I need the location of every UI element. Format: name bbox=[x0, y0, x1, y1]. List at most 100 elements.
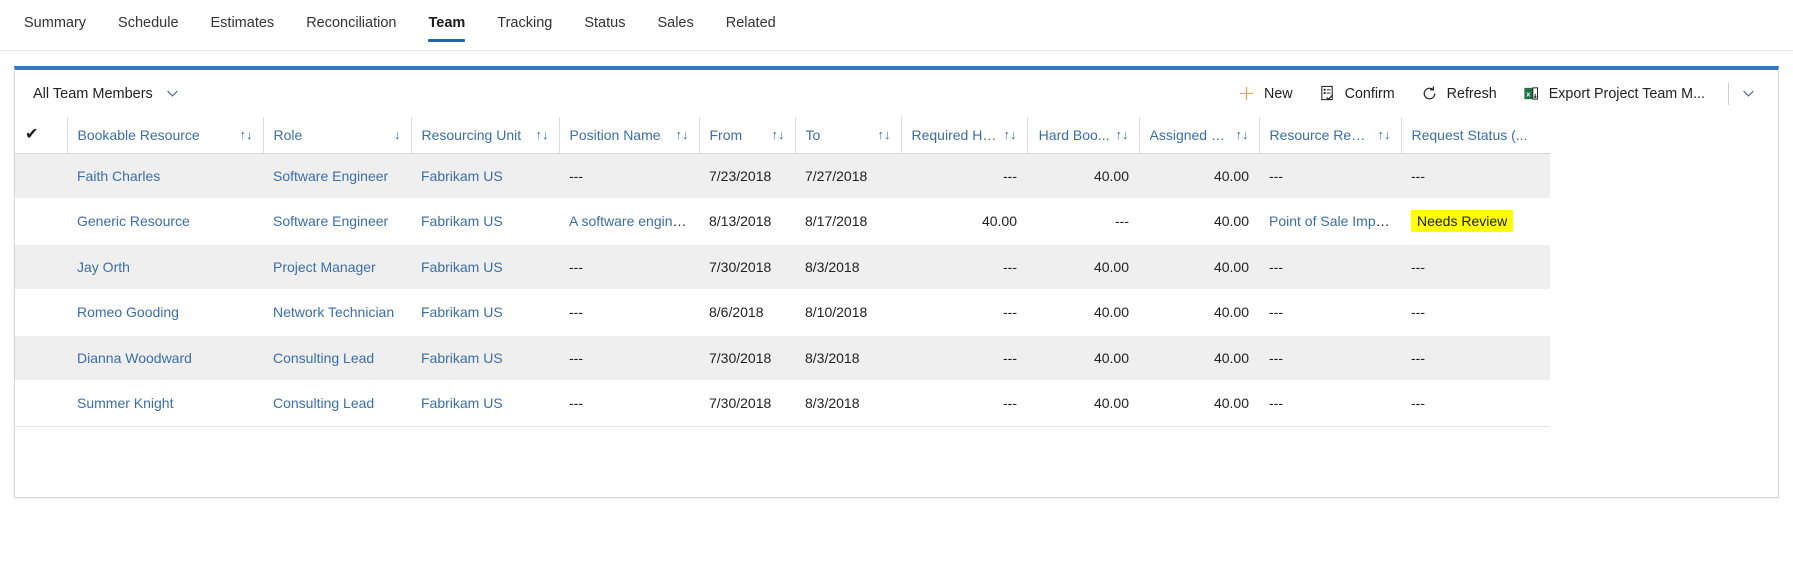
cell-link[interactable]: Fabrikam US bbox=[421, 259, 503, 275]
sort-unsorted-icon[interactable]: ↑↓ bbox=[536, 128, 549, 141]
row-select-checkbox[interactable] bbox=[15, 244, 67, 290]
cell-resourcing-unit[interactable]: Fabrikam US bbox=[411, 289, 559, 335]
row-select-checkbox[interactable] bbox=[15, 335, 67, 381]
sort-unsorted-icon[interactable]: ↑↓ bbox=[1378, 128, 1391, 141]
cell-resource-requirement: --- bbox=[1259, 380, 1401, 427]
cell-link[interactable]: Faith Charles bbox=[77, 168, 160, 184]
table-row[interactable]: Summer Knight Consulting Lead Fabrikam US -… bbox=[15, 380, 1550, 427]
column-header-from[interactable]: From ↑↓ bbox=[698, 117, 795, 154]
column-header-required-hours[interactable]: Required Hours ↑↓ bbox=[900, 117, 1027, 154]
table-row[interactable]: Romeo Gooding Network Technician Fabrikam … bbox=[15, 289, 1550, 335]
cell-resourcing-unit[interactable]: Fabrikam US bbox=[411, 198, 559, 244]
tab-schedule[interactable]: Schedule bbox=[102, 0, 194, 50]
tab-tracking[interactable]: Tracking bbox=[481, 0, 568, 50]
column-header-request-status[interactable]: Request Status (... bbox=[1400, 117, 1550, 154]
row-select-checkbox[interactable] bbox=[15, 198, 67, 244]
cell-position-name[interactable]: A software engineer bbox=[559, 198, 699, 244]
cell-link[interactable]: Jay Orth bbox=[77, 259, 130, 275]
tab-estimates[interactable]: Estimates bbox=[195, 0, 291, 50]
cell-resourcing-unit[interactable]: Fabrikam US bbox=[411, 244, 559, 290]
cell-link[interactable]: Fabrikam US bbox=[421, 350, 503, 366]
column-header-hard-boo[interactable]: Hard Boo... ↑↓ bbox=[1026, 117, 1139, 154]
cell-link[interactable]: Romeo Gooding bbox=[77, 304, 179, 320]
sort-unsorted-icon[interactable]: ↑↓ bbox=[878, 128, 891, 141]
cell-resourcing-unit[interactable]: Fabrikam US bbox=[411, 335, 559, 381]
export-project-team-button[interactable]: x Export Project Team M... bbox=[1510, 79, 1718, 108]
cell-bookable-resource[interactable]: Generic Resource bbox=[67, 198, 263, 244]
cell-position-name: --- bbox=[559, 380, 699, 427]
cell-link[interactable]: Dianna Woodward bbox=[77, 350, 192, 366]
cell-resourcing-unit[interactable]: Fabrikam US bbox=[411, 380, 559, 427]
cell-from: 8/13/2018 bbox=[699, 198, 795, 244]
cell-link[interactable]: Fabrikam US bbox=[421, 168, 503, 184]
cell-request-status: --- bbox=[1401, 244, 1550, 290]
cell-link[interactable]: Fabrikam US bbox=[421, 395, 503, 411]
column-header-position-name[interactable]: Position Name ↑↓ bbox=[558, 117, 699, 154]
column-header-assigned-hours[interactable]: Assigned Hours ↑↓ bbox=[1138, 117, 1259, 154]
cell-role[interactable]: Software Engineer bbox=[263, 198, 411, 244]
row-select-checkbox[interactable] bbox=[15, 153, 67, 199]
cell-link[interactable]: Project Manager bbox=[273, 259, 376, 275]
cell-link[interactable]: Consulting Lead bbox=[273, 395, 374, 411]
table-row[interactable]: Generic Resource Software Engineer Fabrika… bbox=[15, 198, 1550, 244]
cell-role[interactable]: Network Technician bbox=[263, 289, 411, 335]
sort-unsorted-icon[interactable]: ↑↓ bbox=[240, 128, 253, 141]
cell-role[interactable]: Consulting Lead bbox=[263, 380, 411, 427]
sort-unsorted-icon[interactable]: ↑↓ bbox=[1004, 128, 1017, 141]
cell-link[interactable]: Generic Resource bbox=[77, 213, 190, 229]
column-header-resource-require[interactable]: Resource Require... ↑↓ bbox=[1258, 117, 1401, 154]
sort-unsorted-icon[interactable]: ↑↓ bbox=[676, 128, 689, 141]
cell-bookable-resource[interactable]: Faith Charles bbox=[67, 153, 263, 199]
column-header-resourcing-unit[interactable]: Resourcing Unit ↑↓ bbox=[410, 117, 559, 154]
export-project-team-button-label: Export Project Team M... bbox=[1548, 85, 1705, 102]
tab-reconciliation[interactable]: Reconciliation bbox=[290, 0, 412, 50]
cell-link[interactable]: Software Engineer bbox=[273, 213, 388, 229]
cell-resource-requirement[interactable]: Point of Sale Impleme... bbox=[1259, 198, 1401, 244]
tab-related[interactable]: Related bbox=[710, 0, 792, 50]
tab-status[interactable]: Status bbox=[568, 0, 641, 50]
sort-desc-icon[interactable]: ↓ bbox=[394, 128, 401, 141]
select-all-header[interactable]: ✔ bbox=[15, 117, 67, 154]
tab-label: Tracking bbox=[497, 15, 553, 31]
cell-link[interactable]: Fabrikam US bbox=[421, 213, 503, 229]
sort-unsorted-icon[interactable]: ↑↓ bbox=[1236, 128, 1249, 141]
sort-unsorted-icon[interactable]: ↑↓ bbox=[1116, 128, 1129, 141]
cell-bookable-resource[interactable]: Jay Orth bbox=[67, 244, 263, 290]
cell-hard-booked: 40.00 bbox=[1027, 244, 1139, 290]
cell-role[interactable]: Project Manager bbox=[263, 244, 411, 290]
table-row[interactable]: Faith Charles Software Engineer Fabrikam U… bbox=[15, 153, 1550, 199]
refresh-button[interactable]: Refresh bbox=[1408, 79, 1510, 108]
cell-required-hours: --- bbox=[901, 335, 1027, 381]
table-row[interactable]: Dianna Woodward Consulting Lead Fabrikam U… bbox=[15, 335, 1550, 381]
cell-link[interactable]: A software engineer bbox=[569, 213, 693, 229]
cell-role[interactable]: Software Engineer bbox=[263, 153, 411, 199]
cell-bookable-resource[interactable]: Summer Knight bbox=[67, 380, 263, 427]
cell-link[interactable]: Network Technician bbox=[273, 304, 394, 320]
cell-bookable-resource[interactable]: Dianna Woodward bbox=[67, 335, 263, 381]
tab-sales[interactable]: Sales bbox=[641, 0, 709, 50]
cell-assigned-hours: 40.00 bbox=[1139, 335, 1259, 381]
tab-team[interactable]: Team bbox=[412, 0, 481, 50]
column-header-role[interactable]: Role ↓ bbox=[262, 117, 411, 154]
cell-hard-booked: --- bbox=[1027, 198, 1139, 244]
table-row[interactable]: Jay Orth Project Manager Fabrikam US --- 7/3… bbox=[15, 244, 1550, 290]
cell-bookable-resource[interactable]: Romeo Gooding bbox=[67, 289, 263, 335]
view-selector[interactable]: All Team Members bbox=[33, 82, 186, 106]
cell-link[interactable]: Software Engineer bbox=[273, 168, 388, 184]
command-overflow-button[interactable] bbox=[1735, 80, 1766, 107]
cell-hard-booked: 40.00 bbox=[1027, 335, 1139, 381]
cell-resourcing-unit[interactable]: Fabrikam US bbox=[411, 153, 559, 199]
new-button[interactable]: New bbox=[1225, 79, 1306, 108]
column-header-to[interactable]: To ↑↓ bbox=[794, 117, 901, 154]
sort-unsorted-icon[interactable]: ↑↓ bbox=[772, 128, 785, 141]
row-select-checkbox[interactable] bbox=[15, 380, 67, 427]
row-select-checkbox[interactable] bbox=[15, 289, 67, 335]
column-header-bookable-resource[interactable]: Bookable Resource ↑↓ bbox=[66, 117, 263, 154]
cell-role[interactable]: Consulting Lead bbox=[263, 335, 411, 381]
cell-link[interactable]: Point of Sale Impleme... bbox=[1269, 213, 1401, 229]
cell-link[interactable]: Fabrikam US bbox=[421, 304, 503, 320]
cell-link[interactable]: Summer Knight bbox=[77, 395, 173, 411]
tab-summary[interactable]: Summary bbox=[8, 0, 102, 50]
confirm-button[interactable]: Confirm bbox=[1306, 79, 1408, 108]
cell-link[interactable]: Consulting Lead bbox=[273, 350, 374, 366]
